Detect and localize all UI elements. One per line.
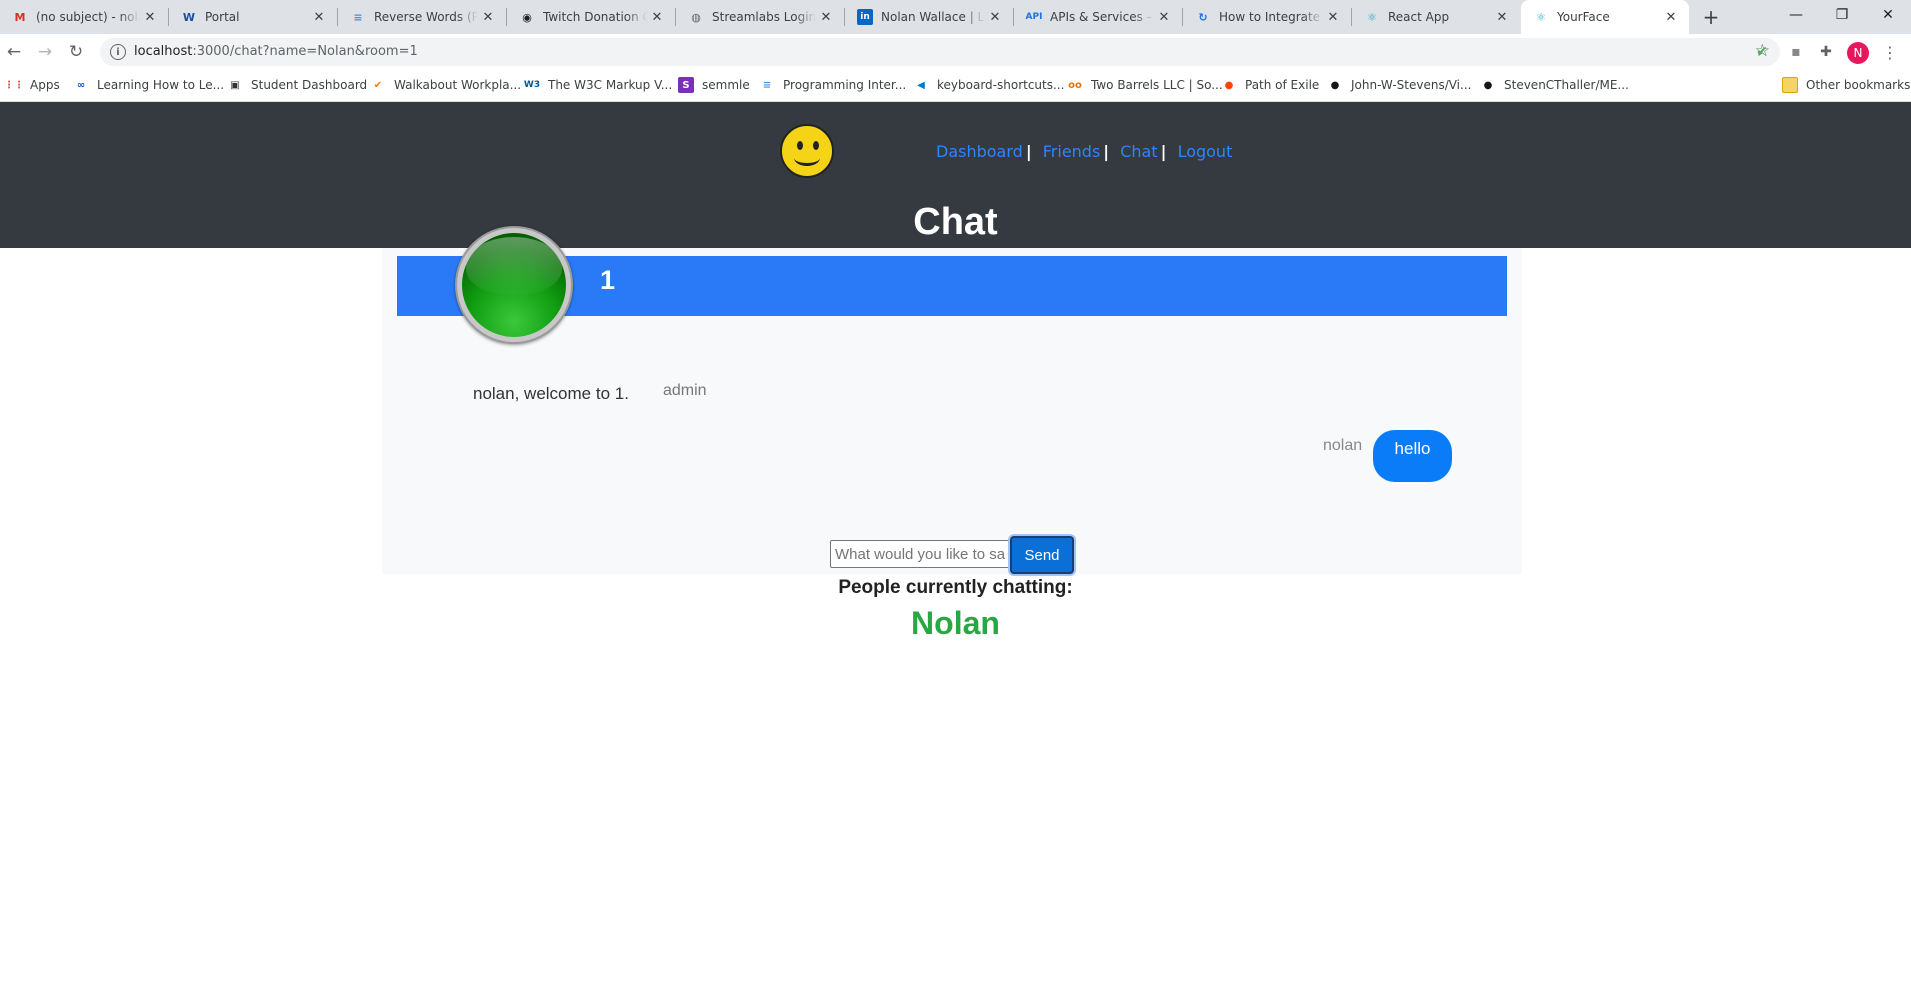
close-tab-icon[interactable]: ✕ xyxy=(1323,7,1343,27)
nav-link-logout[interactable]: Logout xyxy=(1178,142,1233,161)
browser-tab[interactable]: ◍ Streamlabs Login ✕ xyxy=(676,0,844,34)
close-tab-icon[interactable]: ✕ xyxy=(1661,7,1681,27)
address-bar[interactable]: i localhost:3000/chat?name=Nolan&room=1 … xyxy=(100,38,1780,66)
nav-link-friends[interactable]: Friends xyxy=(1043,142,1101,161)
site-header: Dashboard | Friends | Chat | Logout Chat xyxy=(0,102,1911,248)
forward-arrow-icon[interactable]: → xyxy=(33,40,57,64)
stack-icon: ≡ xyxy=(353,10,363,24)
extension-leaf-icon[interactable]: ✔ xyxy=(1752,42,1772,62)
browser-tab[interactable]: ≡ Reverse Words (Prac ✕ xyxy=(338,0,506,34)
browser-toolbar: ← → ↻ i localhost:3000/chat?name=Nolan&r… xyxy=(0,34,1911,70)
back-arrow-icon[interactable]: ← xyxy=(2,40,26,64)
browser-tab-active[interactable]: ⚛ YourFace ✕ xyxy=(1521,0,1689,34)
new-tab-plus-icon[interactable]: + xyxy=(1699,5,1723,29)
message-text: nolan, welcome to 1. xyxy=(473,384,629,403)
online-status-orb-icon xyxy=(455,226,573,344)
close-tab-icon[interactable]: ✕ xyxy=(1154,7,1174,27)
browser-tab[interactable]: M (no subject) - nolan ✕ xyxy=(0,0,168,34)
dashboard-icon: ▣ xyxy=(230,79,240,91)
bookmark-item[interactable]: ● John-W-Stevens/Vi... xyxy=(1327,77,1472,93)
nav-link-dashboard[interactable]: Dashboard xyxy=(936,142,1023,161)
close-window-icon[interactable]: ✕ xyxy=(1865,0,1911,30)
bookmark-item[interactable]: ● Path of Exile xyxy=(1221,77,1320,93)
other-bookmarks[interactable]: Other bookmarks xyxy=(1782,77,1910,93)
url-text[interactable]: localhost:3000/chat?name=Nolan&room=1 xyxy=(134,44,418,59)
smiley-logo-icon xyxy=(780,124,834,178)
gmail-icon: M xyxy=(14,10,26,24)
main-nav: Dashboard | Friends | Chat | Logout xyxy=(936,142,1233,161)
message-sender: admin xyxy=(663,382,707,399)
browser-tab[interactable]: ↻ How to Integrate th ✕ xyxy=(1183,0,1351,34)
restore-icon[interactable]: ❐ xyxy=(1819,0,1865,30)
w-icon: W xyxy=(182,10,196,24)
refresh-icon: ↻ xyxy=(1198,10,1208,24)
kebab-menu-icon[interactable]: ⋮ xyxy=(1880,42,1900,62)
bookmark-item[interactable]: ● StevenCThaller/ME... xyxy=(1480,77,1629,93)
bookmark-item[interactable]: ≡ Programming Inter... xyxy=(759,77,906,93)
bookmark-item[interactable]: oo Two Barrels LLC | So... xyxy=(1067,77,1223,93)
message-sender: nolan xyxy=(1323,437,1363,454)
close-tab-icon[interactable]: ✕ xyxy=(140,7,160,27)
page-title: Chat xyxy=(913,201,998,243)
message-input[interactable] xyxy=(830,540,1010,568)
close-tab-icon[interactable]: ✕ xyxy=(647,7,667,27)
reload-icon[interactable]: ↻ xyxy=(64,40,88,64)
bookmark-item[interactable]: ◀ keyboard-shortcuts... xyxy=(913,77,1064,93)
apps-grid-icon: ⋮⋮ xyxy=(4,79,24,91)
browser-tab-strip: M (no subject) - nolan ✕ W Portal ✕ ≡ Re… xyxy=(0,0,1911,34)
close-tab-icon[interactable]: ✕ xyxy=(478,7,498,27)
vscode-icon: ◀ xyxy=(917,79,925,91)
close-tab-icon[interactable]: ✕ xyxy=(816,7,836,27)
github-icon: ● xyxy=(1330,79,1340,91)
people-chatting-label: People currently chatting: xyxy=(838,577,1073,598)
bookmark-item[interactable]: ✔ Walkabout Workpla... xyxy=(370,77,521,93)
coursera-icon: ∞ xyxy=(76,79,86,91)
extensions-puzzle-icon[interactable]: ✚ xyxy=(1816,42,1836,62)
stack-icon: ≡ xyxy=(762,79,772,91)
bookmark-item[interactable]: Ssemmle xyxy=(678,77,750,93)
online-user-name: Nolan xyxy=(911,605,1000,641)
bookmark-item[interactable]: ∞ Learning How to Le... xyxy=(73,77,224,93)
w3c-icon: W3 xyxy=(523,80,541,90)
react-icon: ⚛ xyxy=(1536,10,1546,24)
walkabout-icon: ✔ xyxy=(373,79,383,91)
send-button[interactable]: Send xyxy=(1010,536,1074,574)
bookmark-item[interactable]: ▣ Student Dashboard xyxy=(227,77,367,93)
browser-tab[interactable]: in Nolan Wallace | Link ✕ xyxy=(845,0,1013,34)
message-bubble: hello xyxy=(1373,430,1452,482)
semmle-icon: S xyxy=(678,77,694,93)
link-icon: oo xyxy=(1068,79,1082,91)
browser-tab[interactable]: ⚛ React App ✕ xyxy=(1352,0,1520,34)
browser-tab[interactable]: ◉ Twitch Donation Go ✕ xyxy=(507,0,675,34)
reddit-icon: ● xyxy=(1224,79,1234,91)
browser-tab[interactable]: W Portal ✕ xyxy=(169,0,337,34)
github-icon: ● xyxy=(1483,79,1493,91)
react-icon: ⚛ xyxy=(1367,10,1377,24)
browser-tab[interactable]: API APIs & Services – AI ✕ xyxy=(1014,0,1182,34)
bookmark-item[interactable]: ⋮⋮ Apps xyxy=(4,77,60,93)
folder-icon xyxy=(1782,77,1798,93)
bookmark-item[interactable]: W3 The W3C Markup V... xyxy=(524,77,672,93)
linkedin-icon: in xyxy=(857,9,873,25)
bookmarks-bar: ⋮⋮ Apps ∞ Learning How to Le... ▣ Student D… xyxy=(0,70,1911,102)
extension-puzzle-red-icon[interactable]: ▪ xyxy=(1786,42,1806,62)
globe-icon: ◍ xyxy=(691,10,701,24)
api-icon: API xyxy=(1025,12,1043,22)
close-tab-icon[interactable]: ✕ xyxy=(985,7,1005,27)
site-info-icon[interactable]: i xyxy=(110,44,126,60)
minimize-icon[interactable]: — xyxy=(1773,0,1819,30)
twitch-icon: ◉ xyxy=(522,10,532,24)
close-tab-icon[interactable]: ✕ xyxy=(1492,7,1512,27)
profile-avatar[interactable]: N xyxy=(1847,42,1869,64)
room-name: 1 xyxy=(600,265,616,295)
close-tab-icon[interactable]: ✕ xyxy=(309,7,329,27)
nav-link-chat[interactable]: Chat xyxy=(1120,142,1157,161)
